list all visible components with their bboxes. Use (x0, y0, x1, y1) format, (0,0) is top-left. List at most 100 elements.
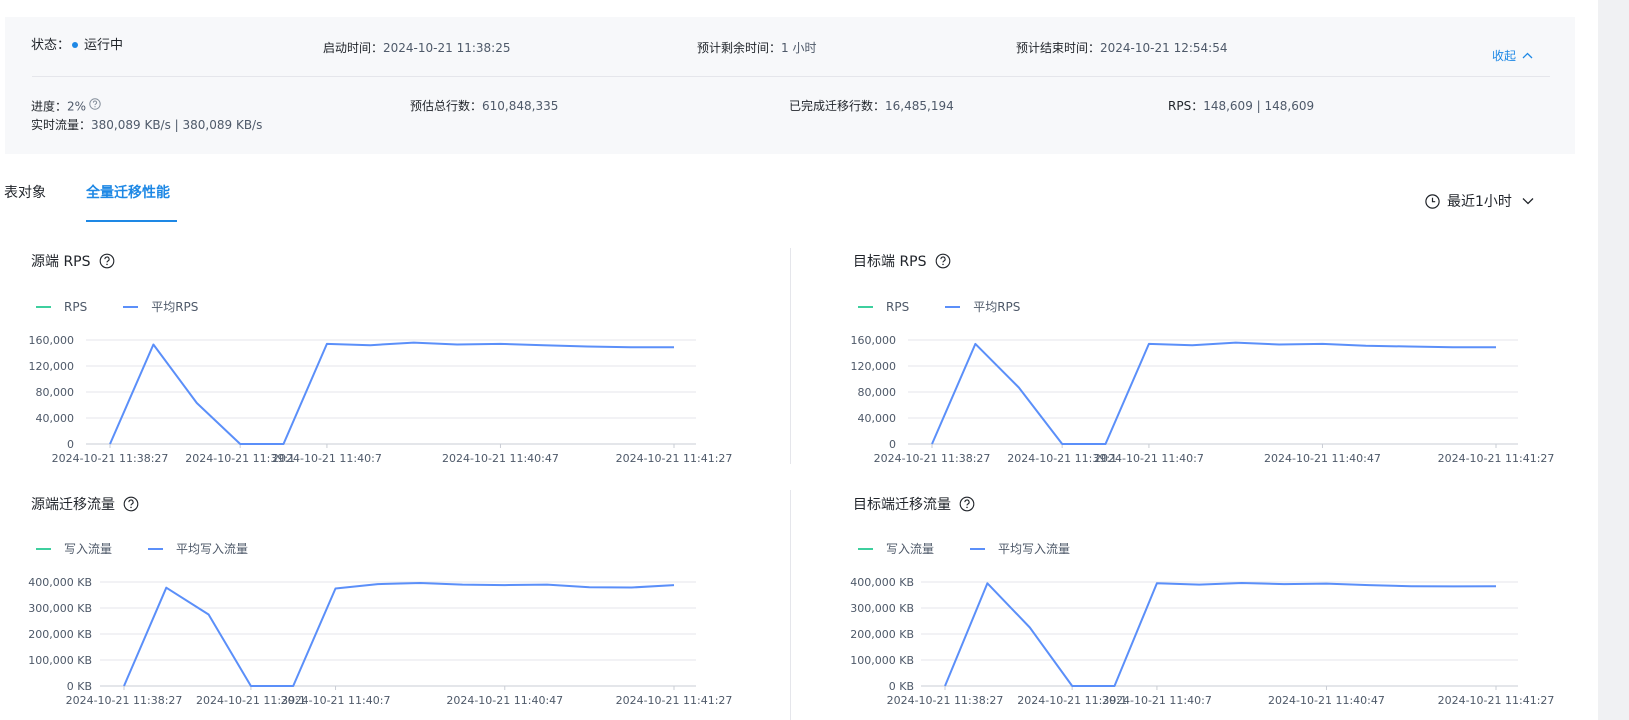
y-tick-label: 200,000 KB (28, 628, 92, 641)
x-tick-label: 2024-10-21 11:40:47 (1268, 694, 1385, 707)
chart-title-text: 目标端 RPS (853, 254, 927, 270)
legend-source-rps: RPS 平均RPS (36, 298, 234, 315)
flow-value: 380,089 KB/s | 380,089 KB/s (91, 118, 263, 132)
remaining-time-field: 预计剩余时间：1 小时 (697, 40, 816, 56)
time-range-label: 最近1小时 (1447, 194, 1512, 210)
chart-target-rps[interactable]: 0 40,000 80,000 120,000 160,000 2024-10-21 11… (820, 330, 1600, 470)
y-tick-label: 0 (889, 438, 896, 451)
legend-label: 平均RPS (973, 300, 1021, 314)
legend-swatch (148, 547, 164, 550)
help-icon[interactable] (123, 496, 139, 512)
legend-swatch (36, 305, 51, 308)
flow-label: 实时流量： (31, 118, 92, 132)
active-tab-indicator (86, 220, 177, 222)
column-separator (790, 248, 791, 464)
y-tick-label: 160,000 (851, 334, 897, 347)
x-tick-label: 2024-10-21 11:38:27 (66, 694, 183, 707)
y-tick-label: 0 KB (67, 680, 92, 693)
legend-item-primary[interactable]: RPS (36, 300, 87, 314)
legend-label: 写入流量 (64, 542, 113, 556)
status-value: 运行中 (84, 38, 124, 53)
chevron-up-icon (1522, 52, 1533, 59)
column-separator (790, 490, 791, 720)
end-time-field: 预计结束时间：2024-10-21 12:54:54 (1016, 40, 1227, 56)
y-tick-label: 120,000 (29, 360, 75, 373)
y-tick-label: 0 (67, 438, 74, 451)
y-tick-label: 400,000 KB (850, 576, 914, 589)
vertical-scrollbar[interactable] (1598, 0, 1629, 720)
start-time-label: 启动时间： (323, 41, 384, 55)
series-line-average (109, 341, 674, 445)
help-icon[interactable] (935, 253, 951, 269)
rps-field: RPS：148,609 | 148,609 (1168, 98, 1314, 114)
x-tick-label: 2024-10-21 11:40:7 (272, 452, 382, 465)
chart-title-source-flow: 源端迁移流量 (31, 494, 139, 514)
x-tick-label: 2024-10-21 11:40:7 (281, 694, 391, 707)
flow-field: 实时流量：380,089 KB/s | 380,089 KB/s (31, 117, 262, 133)
legend-item-primary[interactable]: 写入流量 (36, 540, 112, 557)
collapse-button[interactable]: 收起 (1492, 47, 1533, 64)
y-tick-label: 40,000 (858, 412, 897, 425)
y-tick-label: 0 KB (889, 680, 914, 693)
rps-value: 148,609 | 148,609 (1203, 99, 1315, 113)
legend-item-primary[interactable]: 写入流量 (858, 540, 934, 557)
legend-item-average[interactable]: 平均RPS (123, 298, 198, 315)
progress-value: 2% (67, 99, 87, 114)
total-rows-field: 预估总行数：610,848,335 (410, 98, 558, 114)
remaining-time-label: 预计剩余时间： (697, 41, 782, 55)
y-tick-label: 200,000 KB (850, 628, 914, 641)
chart-title-source-rps: 源端 RPS (31, 251, 115, 271)
series-line-average (931, 341, 1496, 445)
y-tick-label: 100,000 KB (28, 654, 92, 667)
y-tick-label: 160,000 (29, 334, 75, 347)
x-tick-label: 2024-10-21 11:38:27 (887, 694, 1004, 707)
y-tick-label: 80,000 (36, 386, 75, 399)
help-icon[interactable] (959, 496, 975, 512)
tab-full-migration-performance[interactable]: 全量迁移性能 (86, 183, 170, 203)
chart-target-flow[interactable]: 0 KB 100,000 KB 200,000 KB 300,000 KB 400,00… (820, 572, 1600, 712)
chevron-down-icon (1522, 198, 1534, 205)
end-time-label: 预计结束时间： (1016, 41, 1101, 55)
legend-item-average[interactable]: 平均RPS (945, 298, 1020, 315)
legend-label: RPS (64, 299, 88, 314)
start-time-value: 2024-10-21 11:38:25 (383, 41, 511, 55)
summary-panel: 状态： 运行中 启动时间：2024-10-21 11:38:25 预计剩余时间：1… (5, 17, 1575, 154)
legend-swatch (123, 305, 139, 308)
summary-divider (32, 76, 1550, 77)
legend-item-average[interactable]: 平均写入流量 (148, 540, 248, 557)
help-icon[interactable] (89, 98, 101, 114)
start-time-field: 启动时间：2024-10-21 11:38:25 (323, 40, 510, 56)
y-tick-label: 120,000 (851, 360, 897, 373)
legend-target-flow: 写入流量 平均写入流量 (858, 540, 1106, 557)
status-dot-icon (72, 41, 79, 48)
clock-icon (1425, 193, 1440, 209)
help-icon[interactable] (99, 253, 115, 269)
legend-item-primary[interactable]: RPS (858, 300, 909, 314)
chart-source-flow[interactable]: 0 KB 100,000 KB 200,000 KB 300,000 KB 400,00… (0, 572, 780, 712)
chart-title-text: 目标端迁移流量 (853, 497, 951, 513)
legend-swatch (858, 305, 873, 308)
tab-table-objects[interactable]: 表对象 (4, 183, 46, 203)
y-tick-label: 300,000 KB (28, 602, 92, 615)
x-tick-label: 2024-10-21 11:40:7 (1094, 452, 1204, 465)
done-rows-value: 16,485,194 (885, 99, 954, 113)
legend-swatch (970, 547, 986, 550)
chart-title-target-flow: 目标端迁移流量 (853, 494, 975, 514)
chart-title-text: 源端 RPS (31, 254, 91, 270)
progress-field: 进度：2% (31, 98, 101, 116)
legend-item-average[interactable]: 平均写入流量 (970, 540, 1070, 557)
rps-label: RPS： (1168, 99, 1204, 113)
y-tick-label: 300,000 KB (850, 602, 914, 615)
chart-title-target-rps: 目标端 RPS (853, 251, 951, 271)
legend-target-rps: RPS 平均RPS (858, 298, 1056, 315)
legend-label: 平均写入流量 (998, 542, 1071, 556)
remaining-time-value: 1 小时 (781, 41, 817, 55)
x-tick-label: 2024-10-21 11:41:27 (1438, 452, 1555, 465)
chart-source-rps[interactable]: 0 40,000 80,000 120,000 160,000 2024-10-21 11… (0, 330, 780, 470)
y-tick-label: 80,000 (858, 386, 897, 399)
done-rows-label: 已完成迁移行数： (789, 99, 886, 113)
time-range-dropdown[interactable]: 最近1小时 (1425, 191, 1534, 211)
x-tick-label: 2024-10-21 11:40:47 (442, 452, 559, 465)
legend-swatch (858, 547, 873, 550)
x-tick-label: 2024-10-21 11:40:7 (1102, 694, 1212, 707)
